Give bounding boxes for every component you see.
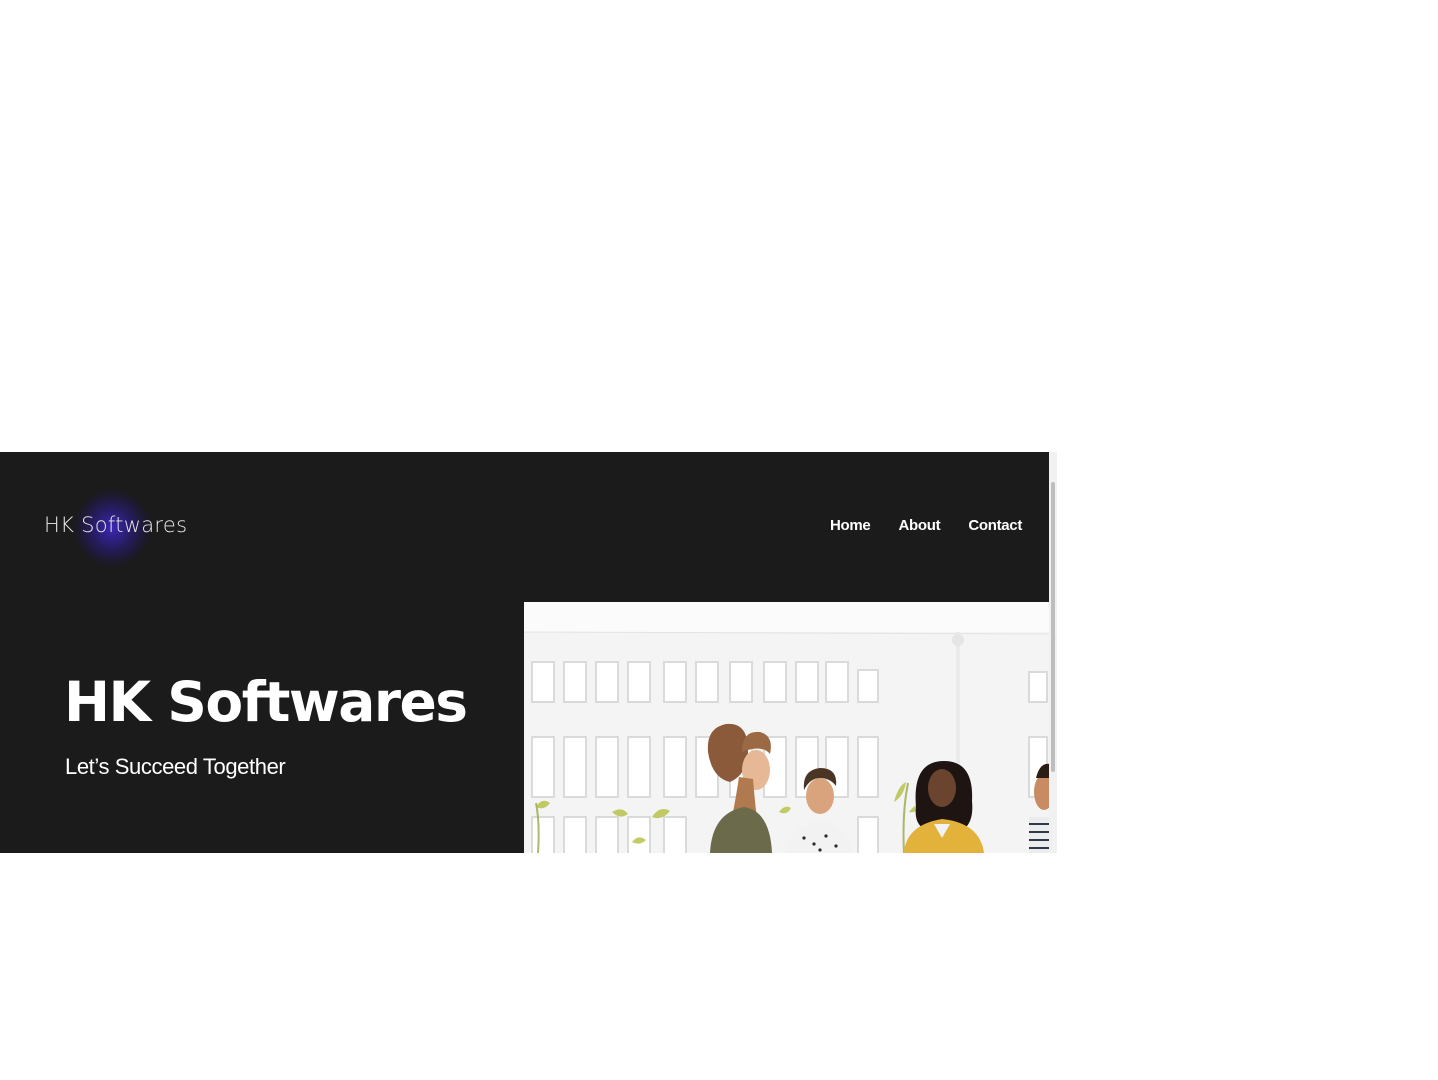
team-meeting-illustration	[524, 602, 1049, 853]
nav-home-link[interactable]: Home	[830, 517, 871, 534]
site-logo[interactable]: HK Softwares	[44, 490, 194, 566]
scrollbar-thumb[interactable]	[1051, 482, 1055, 772]
nav-contact-link[interactable]: Contact	[968, 517, 1022, 534]
page-scrollbar[interactable]	[1049, 452, 1057, 853]
hero-title: HK Softwares	[64, 670, 468, 734]
hero-team-photo	[524, 602, 1049, 853]
page: HK Softwares Home About Contact HK Softw…	[0, 0, 1438, 1080]
logo-text: HK Softwares	[44, 513, 188, 537]
main-nav: Home About Contact	[830, 517, 1022, 534]
website-viewport: HK Softwares Home About Contact HK Softw…	[0, 452, 1057, 853]
nav-about-link[interactable]: About	[898, 517, 940, 534]
hero-subtitle: Let’s Succeed Together	[65, 754, 286, 779]
